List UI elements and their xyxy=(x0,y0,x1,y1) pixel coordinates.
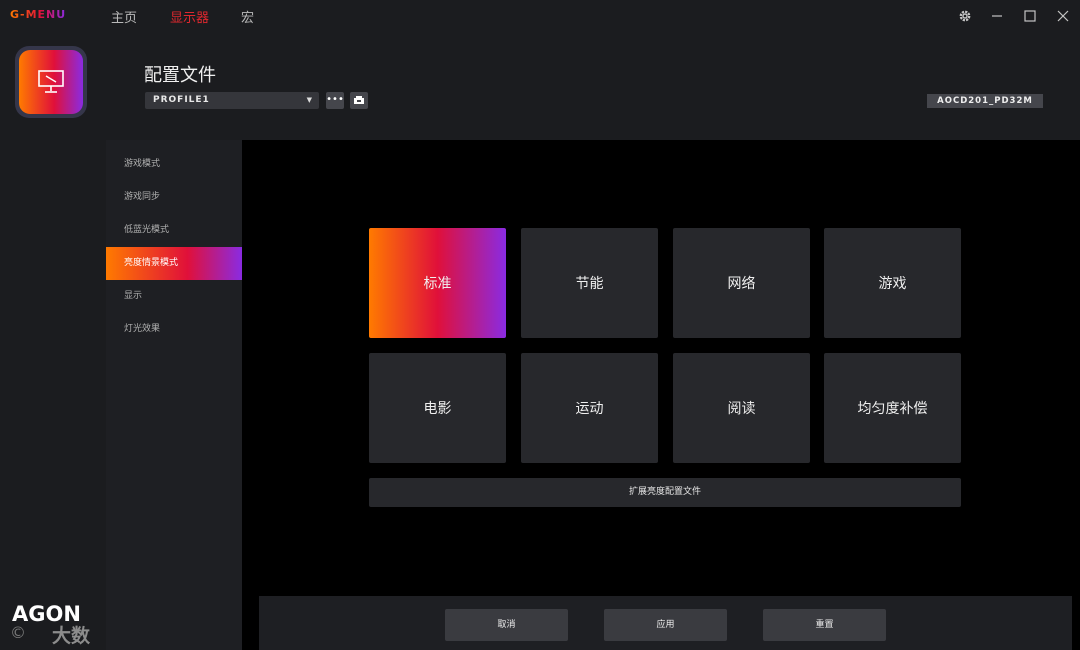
mode-tile-game[interactable]: 游戏 xyxy=(824,228,961,338)
mode-tile-internet[interactable]: 网络 xyxy=(673,228,810,338)
maximize-icon[interactable] xyxy=(1020,6,1040,26)
action-footer: 取消 应用 重置 xyxy=(259,596,1072,650)
close-icon[interactable] xyxy=(1053,6,1073,26)
reset-button[interactable]: 重置 xyxy=(763,609,886,641)
mode-tile-movie[interactable]: 电影 xyxy=(369,353,506,463)
expand-brightness-profile-button[interactable]: 扩展亮度配置文件 xyxy=(369,478,961,507)
mode-tile-uniformity[interactable]: 均匀度补偿 xyxy=(824,353,961,463)
profile-select[interactable]: PROFILE1 ▼ xyxy=(145,92,319,109)
chevron-down-icon: ▼ xyxy=(306,96,313,104)
gear-icon[interactable] xyxy=(955,6,975,26)
more-options-button[interactable]: ••• xyxy=(326,92,344,109)
menu-item-display[interactable]: 显示 xyxy=(106,280,242,313)
nav-monitor[interactable]: 显示器 xyxy=(170,7,209,26)
profile-header: 配置文件 PROFILE1 ▼ ••• AOCD201_PD32M xyxy=(106,31,1080,140)
nav-macro[interactable]: 宏 xyxy=(241,7,254,26)
monitor-app-tile[interactable] xyxy=(15,46,87,118)
profile-select-value: PROFILE1 xyxy=(153,95,210,105)
apply-button[interactable]: 应用 xyxy=(604,609,727,641)
mode-tile-reading[interactable]: 阅读 xyxy=(673,353,810,463)
watermark-icon: © xyxy=(10,623,26,642)
save-profile-button[interactable] xyxy=(350,92,368,109)
profile-save-icon xyxy=(354,96,364,104)
monitor-model-badge: AOCD201_PD32M xyxy=(927,94,1043,108)
cancel-button[interactable]: 取消 xyxy=(445,609,568,641)
mode-tile-standard[interactable]: 标准 xyxy=(369,228,506,338)
side-menu: 游戏模式 游戏同步 低蓝光模式 亮度情景模式 显示 灯光效果 xyxy=(106,140,242,650)
menu-item-lighting-effect[interactable]: 灯光效果 xyxy=(106,313,242,346)
menu-item-low-blue-light[interactable]: 低蓝光模式 xyxy=(106,214,242,247)
mode-tile-eco[interactable]: 节能 xyxy=(521,228,658,338)
mode-tile-sports[interactable]: 运动 xyxy=(521,353,658,463)
left-strip: AGON © 大数跨境 xyxy=(0,31,106,650)
monitor-icon xyxy=(38,70,64,93)
app-brand: G-MENU xyxy=(10,8,67,21)
menu-item-brightness-scene[interactable]: 亮度情景模式 xyxy=(106,247,242,280)
nav-home[interactable]: 主页 xyxy=(111,7,137,26)
menu-item-game-mode[interactable]: 游戏模式 xyxy=(106,148,242,181)
minimize-icon[interactable] xyxy=(987,6,1007,26)
title-bar: G-MENU 主页 显示器 宏 xyxy=(0,0,1080,31)
watermark-text: 大数跨境 xyxy=(52,625,91,647)
page-title: 配置文件 xyxy=(144,65,216,86)
menu-item-game-sync[interactable]: 游戏同步 xyxy=(106,181,242,214)
